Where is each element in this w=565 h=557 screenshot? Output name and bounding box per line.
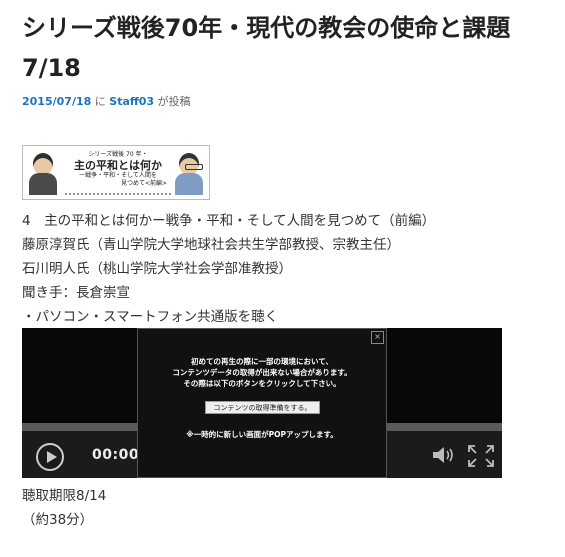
duration: （約38分） — [22, 512, 94, 528]
banner-text: シリーズ戦後 70 年・ 主の平和とは何か ー戦争・平和・そして人間を 見つめて… — [65, 151, 171, 188]
popup-close-button[interactable]: × — [371, 331, 384, 344]
post-footer: 聴取期限8/14 （約38分） — [22, 484, 106, 532]
speaker-photo-right — [175, 151, 203, 195]
banner-line4: 見つめて<前編> — [120, 180, 167, 187]
volume-icon[interactable] — [432, 446, 458, 464]
speaker-photo-left — [29, 151, 57, 195]
body-line-interviewer: 聞き手：長倉崇宣 — [22, 285, 130, 301]
meta-posted: が投稿 — [157, 95, 191, 108]
body-line-listen-link[interactable]: ・パソコン・スマートフォン共通版を聴く — [22, 305, 435, 329]
body-line-speaker2: 石川明人氏（桃山学院大学社会学部准教授） — [22, 261, 292, 277]
series-banner-image: シリーズ戦後 70 年・ 主の平和とは何か ー戦争・平和・そして人間を 見つめて… — [22, 145, 210, 200]
post-title-line2: 7/18 — [22, 54, 81, 82]
post-title-line1: シリーズ戦後70年・現代の教会の使命と課題 — [22, 14, 511, 42]
play-button[interactable] — [36, 443, 64, 471]
post-title: シリーズ戦後70年・現代の教会の使命と課題 7/18 — [22, 8, 552, 88]
popup-note: ※一時的に新しい画面がPOPアップします。 — [186, 430, 338, 439]
post-meta: 2015/07/18 に Staff03 が投稿 — [22, 93, 191, 109]
popup-msg-line1: 初めての再生の際に一部の環境において、 — [191, 357, 333, 366]
author-link[interactable]: Staff03 — [109, 95, 154, 108]
fullscreen-icon[interactable] — [468, 445, 494, 467]
popup-message: 初めての再生の際に一部の環境において、 コンテンツデータの取得が出来ない場合があ… — [148, 356, 376, 389]
listening-deadline: 聴取期限8/14 — [22, 488, 107, 504]
banner-dots — [65, 193, 171, 195]
prepare-content-button[interactable]: コンテンツの取得準備をする。 — [205, 401, 320, 414]
post-body: 4 主の平和とは何かー戦争・平和・そして人間を見つめて（前編） 藤原淳賀氏（青山… — [22, 209, 435, 329]
body-line-episode: 4 主の平和とは何かー戦争・平和・そして人間を見つめて（前編） — [22, 213, 436, 229]
content-prep-popup: × 初めての再生の際に一部の環境において、 コンテンツデータの取得が出来ない場合… — [137, 328, 387, 478]
popup-msg-line3: その際は以下のボタンをクリックして下さい。 — [183, 379, 341, 388]
body-line-speaker1: 藤原淳賀氏（青山学院大学地球社会共生学部教授、宗教主任） — [22, 237, 400, 253]
banner-line1: シリーズ戦後 70 年・ — [88, 151, 148, 158]
popup-msg-line2: コンテンツデータの取得が出来ない場合があります。 — [172, 368, 352, 377]
banner-line3: ー戦争・平和・そして人間を — [79, 172, 157, 179]
meta-ni: に — [94, 95, 106, 108]
banner-line2: 主の平和とは何か — [74, 159, 162, 172]
post-date-link[interactable]: 2015/07/18 — [22, 95, 91, 108]
